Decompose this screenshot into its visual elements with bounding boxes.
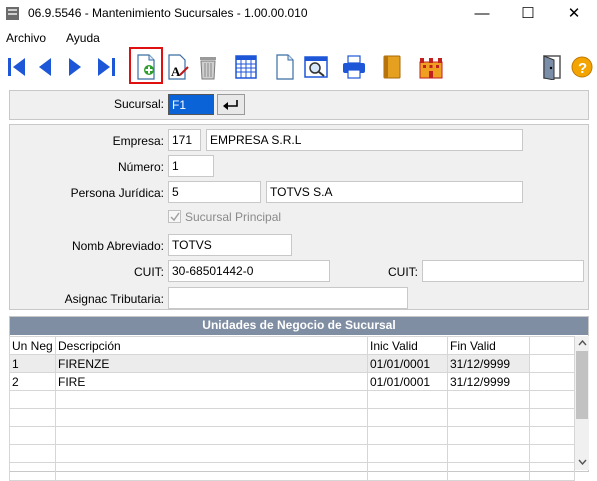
empty-row [9, 426, 575, 445]
grid-view-icon [235, 55, 257, 79]
new-record-button[interactable] [133, 53, 159, 81]
print-preview-icon [304, 56, 328, 78]
first-icon [8, 58, 25, 76]
exit-button[interactable] [539, 53, 565, 81]
cuit2-label: CUIT: [388, 265, 418, 279]
menu-bar: Archivo Ayuda [0, 28, 597, 48]
minimize-button[interactable]: — [459, 0, 505, 28]
cell-inic-valid[interactable]: 01/01/0001 [367, 372, 448, 391]
chevron-down-icon [577, 459, 587, 465]
menu-ayuda[interactable]: Ayuda [66, 31, 100, 45]
cell-fin-valid[interactable]: 31/12/9999 [447, 354, 530, 373]
numero-field[interactable]: 1 [168, 155, 214, 177]
svg-text:A: A [171, 64, 181, 79]
asignac-tributaria-label: Asignac Tributaria: [64, 292, 164, 306]
cuit2-field[interactable] [422, 260, 584, 282]
maximize-button[interactable]: ☐ [505, 0, 551, 28]
cell-empty [529, 354, 575, 373]
col-header-descripcion[interactable]: Descripción [55, 336, 368, 355]
col-header-un-neg[interactable]: Un Neg [9, 336, 56, 355]
building-button[interactable] [418, 53, 444, 81]
persona-juridica-label: Persona Jurídica: [70, 186, 164, 200]
print-preview-button[interactable] [303, 53, 329, 81]
grid-view-button[interactable] [233, 53, 259, 81]
scroll-up-button[interactable] [575, 336, 589, 350]
col-header-inic-valid[interactable]: Inic Valid [367, 336, 448, 355]
print-icon [343, 55, 365, 79]
cell-fin-valid[interactable]: 31/12/9999 [447, 372, 530, 391]
grid-title: Unidades de Negocio de Sucursal [10, 317, 588, 335]
help-icon: ? [571, 56, 593, 78]
grid-header-row: Un Neg Descripción Inic Valid Fin Valid [9, 336, 575, 355]
sucursal-principal-checkbox[interactable] [168, 210, 181, 223]
delete-icon [200, 57, 216, 80]
cuit-field[interactable]: 30-68501442-0 [168, 260, 330, 282]
cell-descripcion[interactable]: FIRENZE [55, 354, 368, 373]
table-row[interactable]: 2 FIRE 01/01/0001 31/12/9999 [9, 372, 575, 391]
form-panel [9, 124, 589, 310]
col-header-fin-valid[interactable]: Fin Valid [447, 336, 530, 355]
cell-descripcion[interactable]: FIRE [55, 372, 368, 391]
print-button[interactable] [341, 53, 367, 81]
new-record-icon [137, 54, 155, 80]
window-title: 06.9.5546 - Mantenimiento Sucursales - 1… [28, 6, 308, 20]
next-icon [69, 58, 81, 76]
scroll-thumb[interactable] [576, 351, 588, 419]
enter-arrow-icon [223, 99, 238, 110]
persona-code-field[interactable]: 5 [168, 181, 261, 203]
delete-button[interactable] [195, 53, 221, 81]
edit-text-icon: A [168, 54, 189, 80]
empty-row [9, 390, 575, 409]
sucursal-input[interactable]: F1 [168, 94, 214, 115]
cell-un-neg[interactable]: 2 [9, 372, 56, 391]
document-button[interactable] [272, 53, 298, 81]
book-icon [383, 55, 401, 79]
empresa-label: Empresa: [112, 134, 164, 148]
empty-row [9, 408, 575, 427]
toolbar [0, 48, 597, 86]
checkmark-icon [169, 212, 180, 221]
cell-empty [529, 372, 575, 391]
grid-table: Un Neg Descripción Inic Valid Fin Valid … [9, 336, 575, 481]
last-icon [98, 58, 115, 76]
empresa-name-field[interactable]: EMPRESA S.R.L [206, 129, 523, 151]
cell-un-neg[interactable]: 1 [9, 354, 56, 373]
help-button[interactable]: ? [569, 53, 595, 81]
cuit-label: CUIT: [134, 265, 164, 279]
last-record-button[interactable] [93, 53, 119, 81]
table-row[interactable]: 1 FIRENZE 01/01/0001 31/12/9999 [9, 354, 575, 373]
scroll-down-button[interactable] [575, 455, 589, 469]
enter-button[interactable] [217, 94, 245, 115]
building-icon [419, 58, 443, 79]
document-icon [276, 54, 294, 80]
menu-archivo[interactable]: Archivo [6, 31, 46, 45]
asignac-tributaria-field[interactable] [168, 287, 408, 309]
nomb-abreviado-label: Nomb Abreviado: [71, 239, 164, 253]
svg-text:?: ? [578, 60, 587, 77]
empresa-code-field[interactable]: 171 [168, 129, 201, 151]
close-button[interactable]: ✕ [551, 0, 597, 28]
app-icon [6, 7, 19, 20]
previous-record-button[interactable] [32, 53, 58, 81]
sucursal-principal-label: Sucursal Principal [185, 210, 282, 224]
empty-row [9, 462, 575, 481]
numero-label: Número: [117, 160, 164, 174]
cell-inic-valid[interactable]: 01/01/0001 [367, 354, 448, 373]
nomb-abreviado-field[interactable]: TOTVS [168, 234, 292, 256]
exit-door-icon [543, 55, 561, 80]
sucursal-label: Sucursal: [113, 97, 164, 111]
col-header-empty [529, 336, 575, 355]
next-record-button[interactable] [62, 53, 88, 81]
edit-text-button[interactable]: A [165, 53, 191, 81]
book-button[interactable] [379, 53, 405, 81]
first-record-button[interactable] [4, 53, 30, 81]
persona-name-field[interactable]: TOTVS S.A [266, 181, 523, 203]
title-bar: 06.9.5546 - Mantenimiento Sucursales - 1… [0, 0, 597, 28]
previous-icon [39, 58, 51, 76]
chevron-up-icon [577, 340, 587, 346]
empty-row [9, 444, 575, 463]
